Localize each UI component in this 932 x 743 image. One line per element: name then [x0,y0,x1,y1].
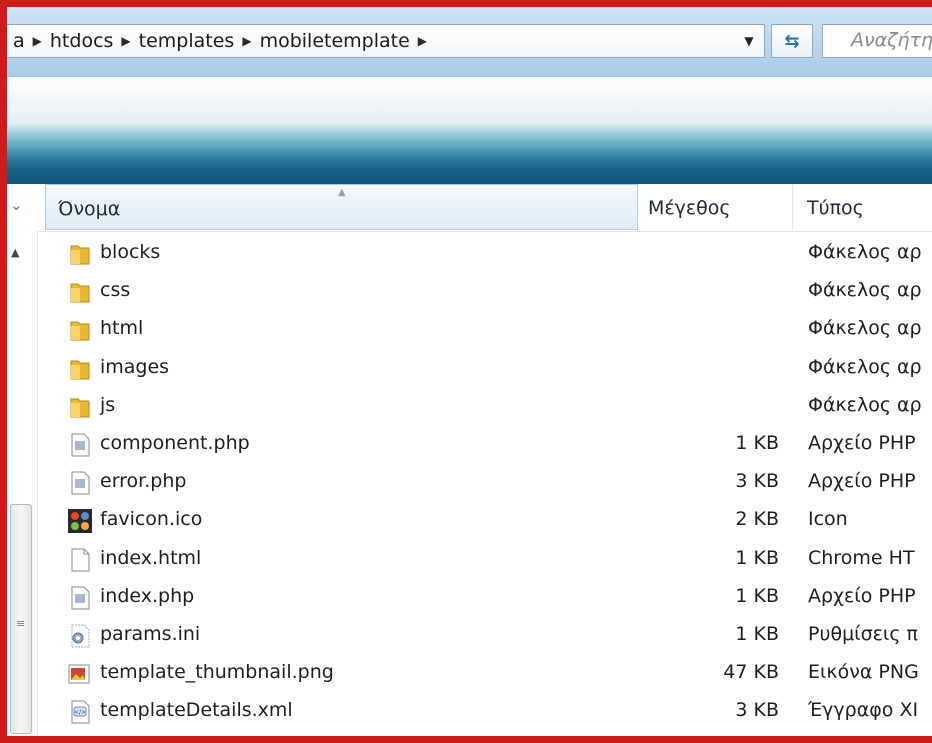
column-header-name[interactable]: ▲ Όνομα [45,184,638,230]
file-size: 47 KB [723,661,779,684]
search-input[interactable]: Αναζήτη [822,24,932,58]
breadcrumb-arrow-icon[interactable]: ▶ [416,34,429,48]
menu-bar [7,77,932,123]
folder-icon [67,279,93,305]
file-size: 1 KB [735,622,779,645]
file-type: Φάκελος αρ [808,317,922,340]
file-name: images [100,355,170,378]
file-row[interactable]: blocks Φάκελος αρ [37,234,932,272]
php-file-icon [67,470,93,496]
file-type: Έγγραφο XI [808,699,919,722]
scroll-up-arrow-icon[interactable]: ▲ [11,246,19,259]
file-row[interactable]: </> templateDetails.xml 3 KB Έγγραφο XI [37,692,932,730]
file-name: index.html [100,546,202,569]
file-row[interactable]: css Φάκελος αρ [37,272,932,310]
folder-icon [67,241,93,267]
file-name: params.ini [100,622,201,645]
search-placeholder: Αναζήτη [851,29,932,51]
file-row[interactable]: component.php 1 KB Αρχείο PHP [37,425,932,463]
breadcrumb-segment[interactable]: htdocs [44,30,120,52]
file-name: favicon.ico [100,508,203,531]
file-row[interactable]: template_thumbnail.png 47 KB Εικόνα PNG [37,654,932,692]
file-type: Αρχείο PHP [808,431,916,454]
html-file-icon [67,547,93,573]
file-row[interactable]: js Φάκελος αρ [37,387,932,425]
breadcrumb-segment[interactable]: mobiletemplate [254,30,416,52]
command-toolbar [7,122,932,184]
breadcrumb-arrow-icon[interactable]: ▶ [240,34,253,48]
file-name: css [100,279,131,302]
file-name: js [100,393,116,416]
file-list: ▲ Όνομα Μέγεθος Τύπος blocks Φάκελος αρ cs… [37,184,932,736]
file-row[interactable]: html Φάκελος αρ [37,310,932,348]
chevron-down-icon[interactable]: ⌄ [10,196,23,214]
file-row[interactable]: index.html 1 KB Chrome HT [37,540,932,578]
column-header: ▲ Όνομα Μέγεθος Τύπος [37,184,932,232]
settings-file-icon [67,623,93,649]
file-type: Φάκελος αρ [808,393,922,416]
navigation-pane: ⌄ ▲ ≡ [7,184,38,736]
file-size: 3 KB [735,699,779,722]
file-type: Εικόνα PNG [808,661,919,684]
refresh-icon: ⇆ [784,30,800,52]
file-type: Φάκελος αρ [808,241,922,263]
breadcrumb[interactable]: a ▶ htdocs ▶ templates ▶ mobiletemplate ▶ ▼ [7,24,765,58]
file-name: component.php [100,431,250,454]
file-type: Αρχείο PHP [808,470,916,493]
xml-file-icon: </> [67,699,93,725]
grip-icon: ≡ [16,617,26,630]
file-row[interactable]: images Φάκελος αρ [37,349,932,387]
file-type: Φάκελος αρ [808,355,922,378]
breadcrumb-arrow-icon[interactable]: ▶ [31,34,44,48]
file-name: html [100,317,144,340]
file-name: error.php [100,470,187,493]
file-type: Ρυθμίσεις π [808,622,918,645]
file-rows: blocks Φάκελος αρ css Φάκελος αρ html Φάκελος… [37,234,932,730]
file-name: template_thumbnail.png [100,661,334,684]
file-name: blocks [100,241,161,263]
svg-text:</>: </> [74,709,86,716]
file-size: 1 KB [735,546,779,569]
file-size: 3 KB [735,470,779,493]
folder-icon [67,356,93,382]
breadcrumb-segment[interactable]: templates [133,30,241,52]
column-header-size[interactable]: Μέγεθος [638,184,793,230]
file-type: Chrome HT [808,546,915,569]
column-header-type[interactable]: Τύπος [793,184,932,230]
address-dropdown-icon[interactable]: ▼ [734,25,764,57]
breadcrumb-arrow-icon[interactable]: ▶ [119,34,132,48]
file-name: index.php [100,584,195,607]
file-row[interactable]: index.php 1 KB Αρχείο PHP [37,578,932,616]
file-name: templateDetails.xml [100,699,293,722]
file-size: 1 KB [735,431,779,454]
folder-icon [67,317,93,343]
address-bar: a ▶ htdocs ▶ templates ▶ mobiletemplate ▶ ▼ ⇆ Αν… [7,7,932,77]
file-type: Φάκελος αρ [808,279,922,302]
joomla-icon [67,508,93,534]
refresh-button[interactable]: ⇆ [771,24,813,58]
php-file-icon [67,432,93,458]
file-size: 1 KB [735,584,779,607]
sort-ascending-icon: ▲ [338,187,346,198]
file-row[interactable]: error.php 3 KB Αρχείο PHP [37,463,932,501]
breadcrumb-segment[interactable]: a [7,30,31,52]
file-row[interactable]: params.ini 1 KB Ρυθμίσεις π [37,616,932,654]
image-file-icon [67,661,93,687]
php-file-icon [67,585,93,611]
file-type: Αρχείο PHP [808,584,916,607]
scrollbar-thumb[interactable]: ≡ [10,504,32,734]
file-row[interactable]: favicon.ico 2 KB Icon [37,501,932,539]
folder-icon [67,394,93,420]
file-size: 2 KB [735,508,779,531]
file-type: Icon [808,508,848,531]
